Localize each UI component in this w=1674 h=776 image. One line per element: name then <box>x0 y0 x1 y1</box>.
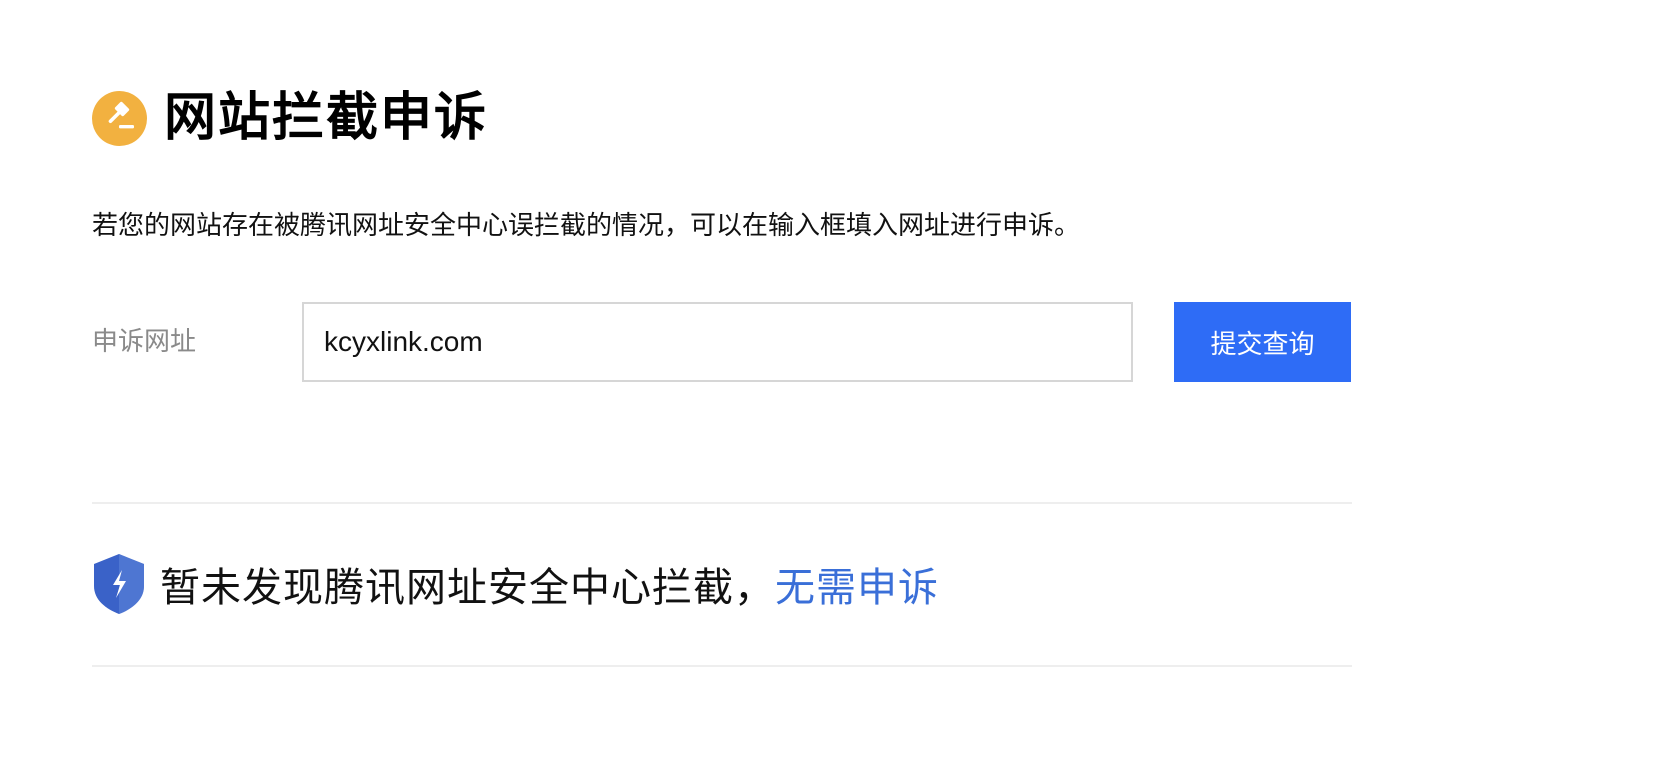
page-description: 若您的网站存在被腾讯网址安全中心误拦截的情况，可以在输入框填入网址进行申诉。 <box>92 211 1081 241</box>
page-title: 网站拦截申诉 <box>164 88 489 148</box>
page-header: 网站拦截申诉 <box>92 82 488 154</box>
submit-query-button[interactable]: 提交查询 <box>1174 302 1351 382</box>
appeal-form: 申诉网址 提交查询 <box>92 302 1352 382</box>
no-appeal-needed-link[interactable]: 无需申诉 <box>775 555 939 613</box>
url-input[interactable] <box>302 302 1133 382</box>
url-field-label: 申诉网址 <box>92 327 197 357</box>
shield-icon <box>92 552 146 616</box>
divider <box>92 665 1352 667</box>
result-text: 暂未发现腾讯网址安全中心拦截， <box>160 565 775 611</box>
result-message: 暂未发现腾讯网址安全中心拦截， 无需申诉 <box>92 552 939 616</box>
divider <box>92 502 1352 504</box>
gavel-icon <box>92 90 147 146</box>
appeal-page: 网站拦截申诉 若您的网站存在被腾讯网址安全中心误拦截的情况，可以在输入框填入网址… <box>0 0 1674 776</box>
